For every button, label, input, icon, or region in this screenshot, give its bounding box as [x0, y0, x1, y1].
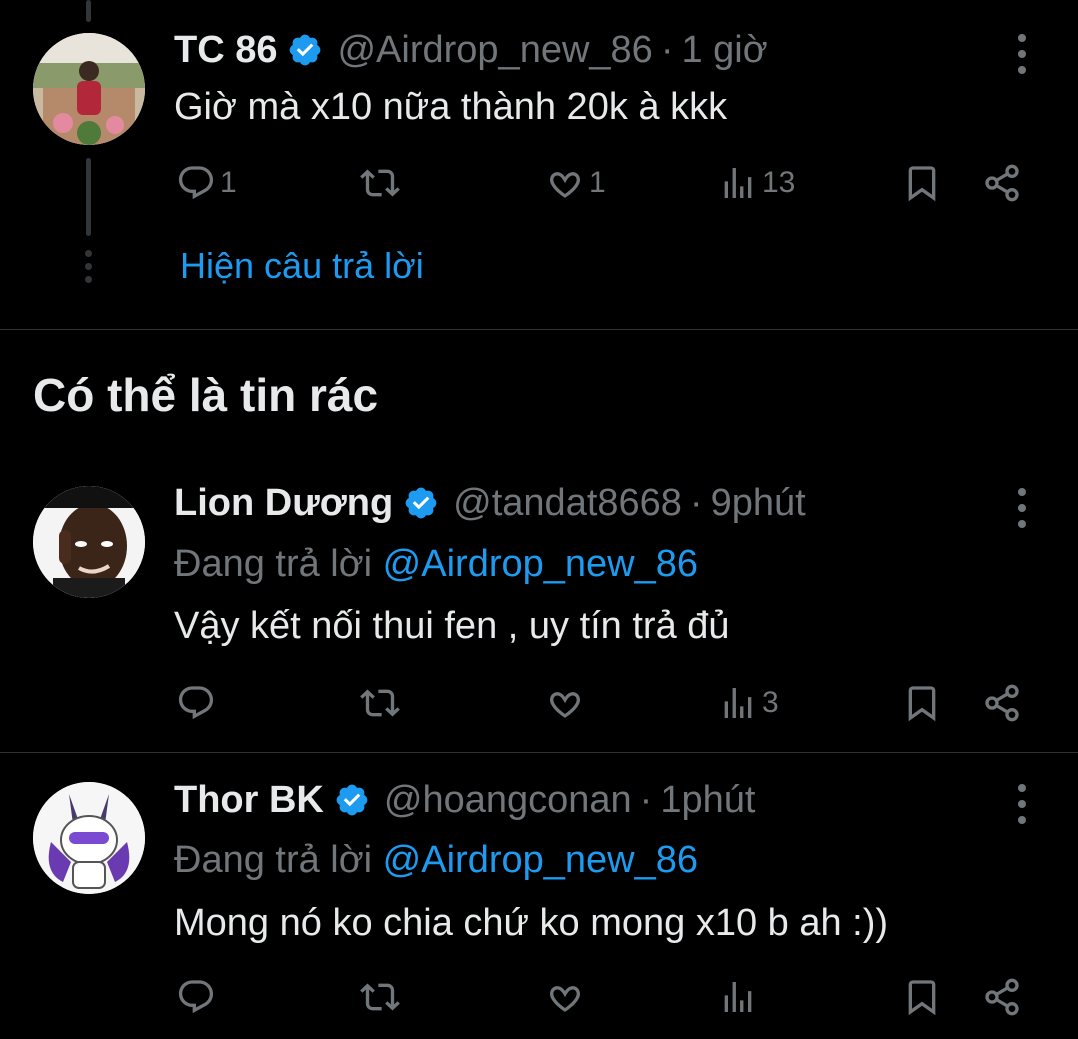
reply-button[interactable]: 1: [176, 163, 237, 203]
share-icon: [985, 684, 1019, 722]
avatar-image: [33, 33, 145, 145]
author-handle[interactable]: @tandat8668: [453, 482, 682, 525]
avatar-image: [33, 782, 145, 894]
bookmark-button[interactable]: [902, 977, 942, 1017]
thread-ellipsis: [85, 250, 93, 283]
mention-link[interactable]: @Airdrop_new_86: [383, 543, 698, 585]
tweet-text: Mong nó ko chia chứ ko mong x10 b ah :)): [174, 902, 889, 944]
verified-badge-icon: [405, 487, 437, 519]
retweet-icon: [360, 689, 400, 717]
share-button[interactable]: [982, 683, 1022, 723]
views-button[interactable]: 3: [718, 683, 779, 723]
bookmark-icon: [908, 980, 936, 1016]
more-options-icon[interactable]: [1011, 784, 1033, 824]
more-options-icon[interactable]: [1011, 488, 1033, 528]
separator: ·: [660, 28, 674, 71]
share-button[interactable]: [982, 163, 1022, 203]
retweet-button[interactable]: [360, 163, 400, 203]
replying-prefix: Đang trả lời: [174, 839, 373, 881]
like-button[interactable]: 1: [545, 163, 606, 203]
bookmark-button[interactable]: [902, 683, 942, 723]
author-name[interactable]: Lion Dương: [174, 482, 393, 525]
share-icon: [985, 978, 1019, 1016]
divider: [0, 752, 1078, 753]
separator: ·: [689, 481, 703, 524]
section-title: Có thể là tin rác: [33, 369, 379, 421]
replying-prefix: Đang trả lời: [174, 543, 373, 585]
timestamp[interactable]: 9phút: [711, 482, 806, 525]
views-icon: [724, 688, 752, 718]
author-handle[interactable]: @hoangconan: [384, 779, 632, 822]
thread-line-top: [86, 0, 91, 22]
bookmark-button[interactable]: [902, 163, 942, 203]
avatar-lion-duong[interactable]: [33, 486, 145, 598]
reply-button[interactable]: [176, 683, 216, 723]
views-button[interactable]: [718, 977, 758, 1017]
avatar-tc86[interactable]: [33, 33, 145, 145]
share-button[interactable]: [982, 977, 1022, 1017]
more-options-icon[interactable]: [1011, 34, 1033, 74]
views-icon: [724, 168, 752, 198]
like-button[interactable]: [545, 683, 585, 723]
divider: [0, 329, 1078, 330]
heart-icon: [550, 692, 580, 718]
like-count: 1: [589, 166, 606, 199]
author-handle[interactable]: @Airdrop_new_86: [337, 29, 652, 72]
share-icon: [985, 164, 1019, 202]
views-count: 13: [762, 166, 796, 199]
tweet-header: TC 86 @Airdrop_new_86 · 1 giờ: [174, 26, 768, 74]
avatar-image: [33, 486, 145, 598]
author-name[interactable]: TC 86: [174, 29, 277, 72]
heart-icon: [550, 172, 580, 198]
show-replies-link[interactable]: Hiện câu trả lời: [180, 245, 424, 287]
reply-icon: [178, 980, 214, 1014]
tweet-text: Giờ mà x10 nữa thành 20k à kkk: [174, 86, 728, 128]
retweet-icon: [360, 169, 400, 197]
retweet-button[interactable]: [360, 977, 400, 1017]
replying-to: Đang trả lời @Airdrop_new_86: [174, 839, 698, 882]
like-button[interactable]: [545, 977, 585, 1017]
retweet-icon: [360, 983, 400, 1011]
tweet-header: Lion Dương @tandat8668 · 9phút: [174, 479, 806, 527]
timestamp[interactable]: 1phút: [660, 779, 755, 822]
views-button[interactable]: 13: [718, 163, 795, 203]
separator: ·: [639, 778, 653, 821]
author-name[interactable]: Thor BK: [174, 779, 324, 822]
verified-badge-icon: [290, 34, 321, 66]
views-icon: [724, 982, 752, 1012]
reply-count: 1: [220, 166, 237, 199]
reply-icon: [178, 166, 214, 200]
bookmark-icon: [908, 166, 936, 202]
avatar-thor-bk[interactable]: [33, 782, 145, 894]
bookmark-icon: [908, 686, 936, 722]
tweet-text: Vậy kết nối thui fen , uy tín trả đủ: [174, 605, 730, 647]
reply-icon: [178, 686, 214, 720]
heart-icon: [550, 986, 580, 1012]
retweet-button[interactable]: [360, 683, 400, 723]
timestamp[interactable]: 1 giờ: [681, 29, 767, 72]
reply-button[interactable]: [176, 977, 216, 1017]
views-count: 3: [762, 686, 779, 719]
tweet-header: Thor BK @hoangconan · 1phút: [174, 776, 755, 824]
replying-to: Đang trả lời @Airdrop_new_86: [174, 543, 698, 586]
verified-badge-icon: [336, 784, 368, 816]
mention-link[interactable]: @Airdrop_new_86: [383, 839, 698, 881]
thread-line: [86, 158, 91, 236]
